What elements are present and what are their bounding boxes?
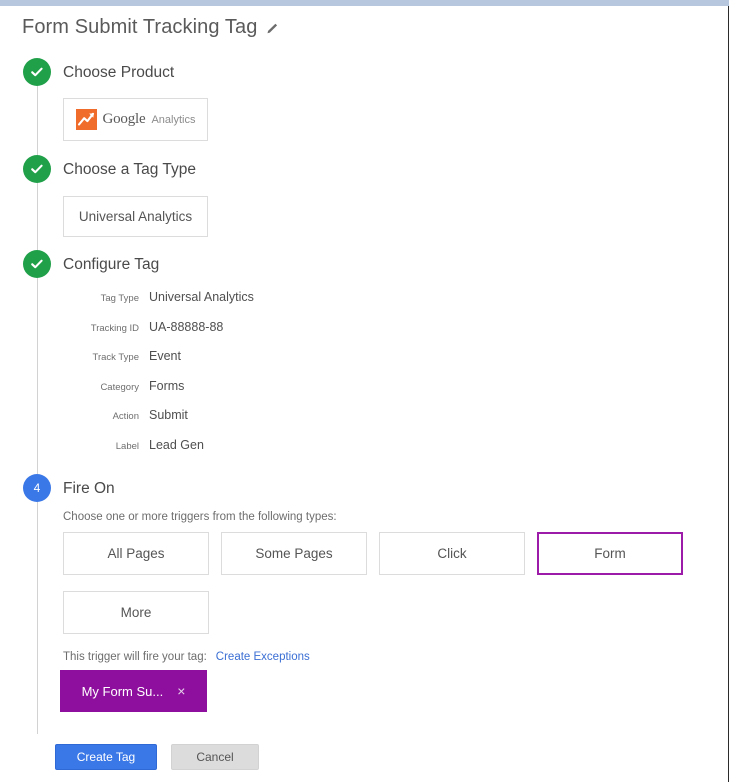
config-value: Universal Analytics xyxy=(149,290,254,304)
product-card-google-analytics[interactable]: Google Analytics xyxy=(63,98,208,141)
create-tag-button[interactable]: Create Tag xyxy=(55,744,157,770)
google-analytics-icon xyxy=(75,109,97,130)
config-value: Submit xyxy=(149,408,188,422)
ga-product-text: Analytics xyxy=(151,113,196,126)
config-row: Label Lead Gen xyxy=(63,438,393,468)
step-1-bullet xyxy=(23,58,51,86)
check-icon xyxy=(31,164,43,174)
config-value: Event xyxy=(149,349,181,363)
trigger-note-row: This trigger will fire your tag: Create … xyxy=(63,651,310,663)
step-1-title: Choose Product xyxy=(63,64,175,81)
tag-type-value: Universal Analytics xyxy=(78,209,193,224)
fire-on-help-text: Choose one or more triggers from the fol… xyxy=(63,511,337,523)
trigger-button-form[interactable]: Form xyxy=(537,532,683,575)
config-key: Tracking ID xyxy=(90,322,139,334)
config-row: Track Type Event xyxy=(63,349,393,379)
ga-brand-text: Google xyxy=(102,111,146,127)
tag-editor-page: Form Submit Tracking Tag Choose Product xyxy=(0,0,729,782)
config-value: Forms xyxy=(149,378,185,393)
trigger-button-some-pages[interactable]: Some Pages xyxy=(221,532,367,575)
config-row: Tracking ID UA-88888-88 xyxy=(63,320,393,350)
trigger-chip-label: My Form Su... xyxy=(81,683,164,699)
config-row: Action Submit xyxy=(63,408,393,438)
config-key: Action xyxy=(112,411,139,422)
step-4-number: 4 xyxy=(33,481,41,495)
check-icon xyxy=(31,67,43,77)
step-3-bullet xyxy=(23,250,51,278)
step-2-title: Choose a Tag Type xyxy=(63,161,196,178)
google-analytics-logo: Google Analytics xyxy=(75,109,196,130)
config-key: Label xyxy=(115,440,139,452)
check-icon xyxy=(31,259,43,269)
trigger-type-buttons: All Pages Some Pages Click Form xyxy=(63,532,683,575)
tag-type-card[interactable]: Universal Analytics xyxy=(63,196,208,237)
selected-trigger-chip[interactable]: My Form Su... × xyxy=(60,670,207,712)
close-icon[interactable]: × xyxy=(177,684,185,698)
configure-tag-summary: Tag Type Universal Analytics Tracking ID… xyxy=(63,290,393,467)
step-4-title: Fire On xyxy=(63,480,115,497)
config-row: Category Forms xyxy=(63,379,393,409)
cancel-button[interactable]: Cancel xyxy=(171,744,259,770)
trigger-note-text: This trigger will fire your tag: xyxy=(63,651,207,663)
trigger-button-all-pages[interactable]: All Pages xyxy=(63,532,209,575)
footer-actions: Create Tag Cancel xyxy=(55,744,259,770)
trigger-button-click[interactable]: Click xyxy=(379,532,525,575)
config-key: Category xyxy=(100,381,139,393)
config-key: Track Type xyxy=(92,352,139,363)
config-key: Tag Type xyxy=(100,293,139,304)
config-value: Lead Gen xyxy=(149,437,204,452)
step-2-bullet xyxy=(23,155,51,183)
step-4-bullet: 4 xyxy=(23,474,51,502)
create-exceptions-link[interactable]: Create Exceptions xyxy=(216,651,310,663)
trigger-button-more[interactable]: More xyxy=(63,591,209,634)
step-3-title: Configure Tag xyxy=(63,256,160,273)
config-value: UA-88888-88 xyxy=(149,319,224,334)
more-trigger-row: More xyxy=(63,591,209,634)
config-row: Tag Type Universal Analytics xyxy=(63,290,393,320)
